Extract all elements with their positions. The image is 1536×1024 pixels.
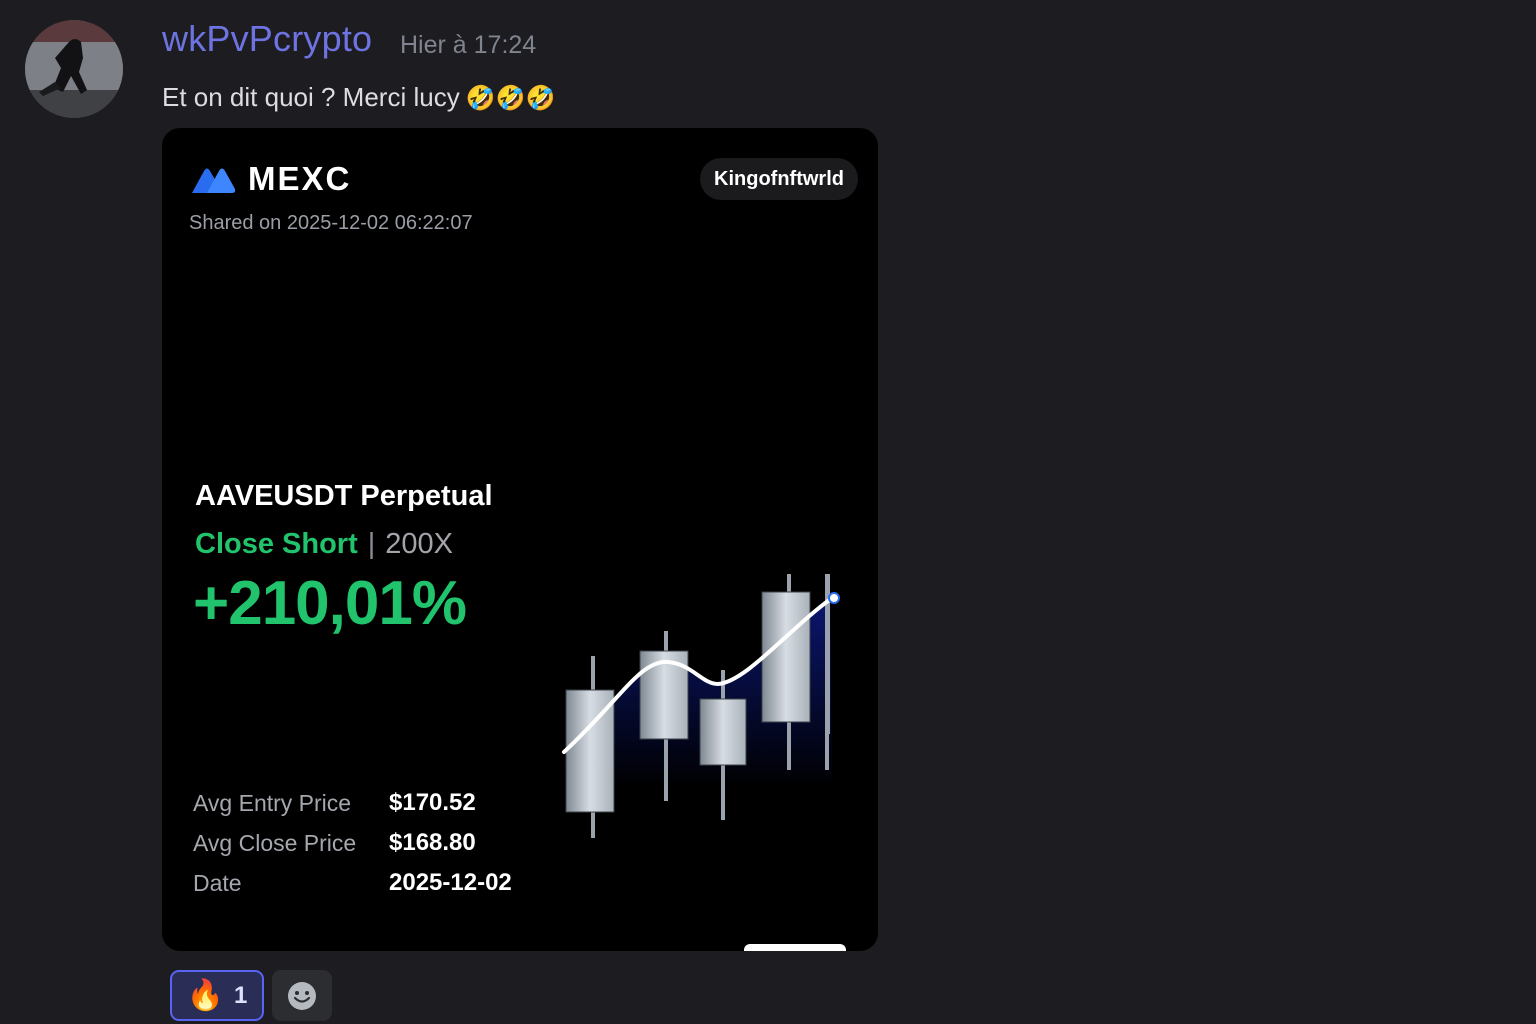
message-body: Et on dit quoi ? Merci lucy	[162, 82, 460, 112]
detail-value: $168.80	[389, 829, 476, 856]
mexc-brand: MEXC	[190, 160, 351, 198]
reactions-bar: 🔥 1	[170, 970, 332, 1021]
fire-reaction-button[interactable]: 🔥 1	[170, 970, 264, 1021]
trade-details: Avg Entry Price $170.52 Avg Close Price …	[193, 783, 593, 903]
reaction-count: 1	[234, 981, 248, 1009]
detail-row: Date 2025-12-02	[193, 863, 593, 903]
chat-message: wkPvPcrypto Hier à 17:24 Et on dit quoi …	[0, 0, 1536, 1024]
detail-row: Avg Close Price $168.80	[193, 823, 593, 863]
trend-endpoint	[828, 592, 840, 604]
brand-name: MEXC	[248, 160, 352, 197]
message-emojis: 🤣🤣🤣	[465, 85, 556, 112]
card-footer-tab	[744, 944, 846, 951]
message-text: Et on dit quoi ? Merci lucy 🤣🤣🤣	[162, 82, 555, 113]
detail-row: Avg Entry Price $170.52	[193, 783, 593, 823]
detail-label: Date	[193, 869, 242, 896]
detail-value: $170.52	[389, 789, 476, 816]
decorative-chart-illustration	[562, 574, 840, 838]
roi-percentage: +210,01%	[193, 569, 467, 638]
position-side: Close Short	[195, 528, 358, 560]
author-name[interactable]: wkPvPcrypto	[162, 18, 372, 60]
leverage: 200X	[385, 528, 454, 560]
fire-emoji: 🔥	[186, 979, 224, 1012]
username-badge: Kingofnftwrld	[700, 158, 858, 200]
position-info: Close Short | 200X	[195, 528, 453, 561]
mexc-logo-icon	[192, 168, 236, 193]
detail-value: 2025-12-02	[389, 869, 512, 896]
shared-on-text: Shared on 2025-12-02 06:22:07	[189, 212, 473, 234]
avatar[interactable]	[25, 20, 123, 118]
candlestick	[565, 656, 615, 838]
avatar-image	[25, 20, 123, 118]
detail-label: Avg Entry Price	[193, 789, 352, 816]
trading-pair: AAVEUSDT Perpetual	[195, 480, 493, 512]
image-attachment[interactable]: MEXC Kingofnftwrld Shared on 2025-12-02 …	[162, 128, 878, 951]
position-separator: |	[367, 528, 376, 560]
add-reaction-button[interactable]	[272, 970, 332, 1021]
message-timestamp: Hier à 17:24	[400, 31, 537, 59]
add-reaction-icon	[288, 981, 316, 1010]
detail-label: Avg Close Price	[193, 829, 357, 856]
